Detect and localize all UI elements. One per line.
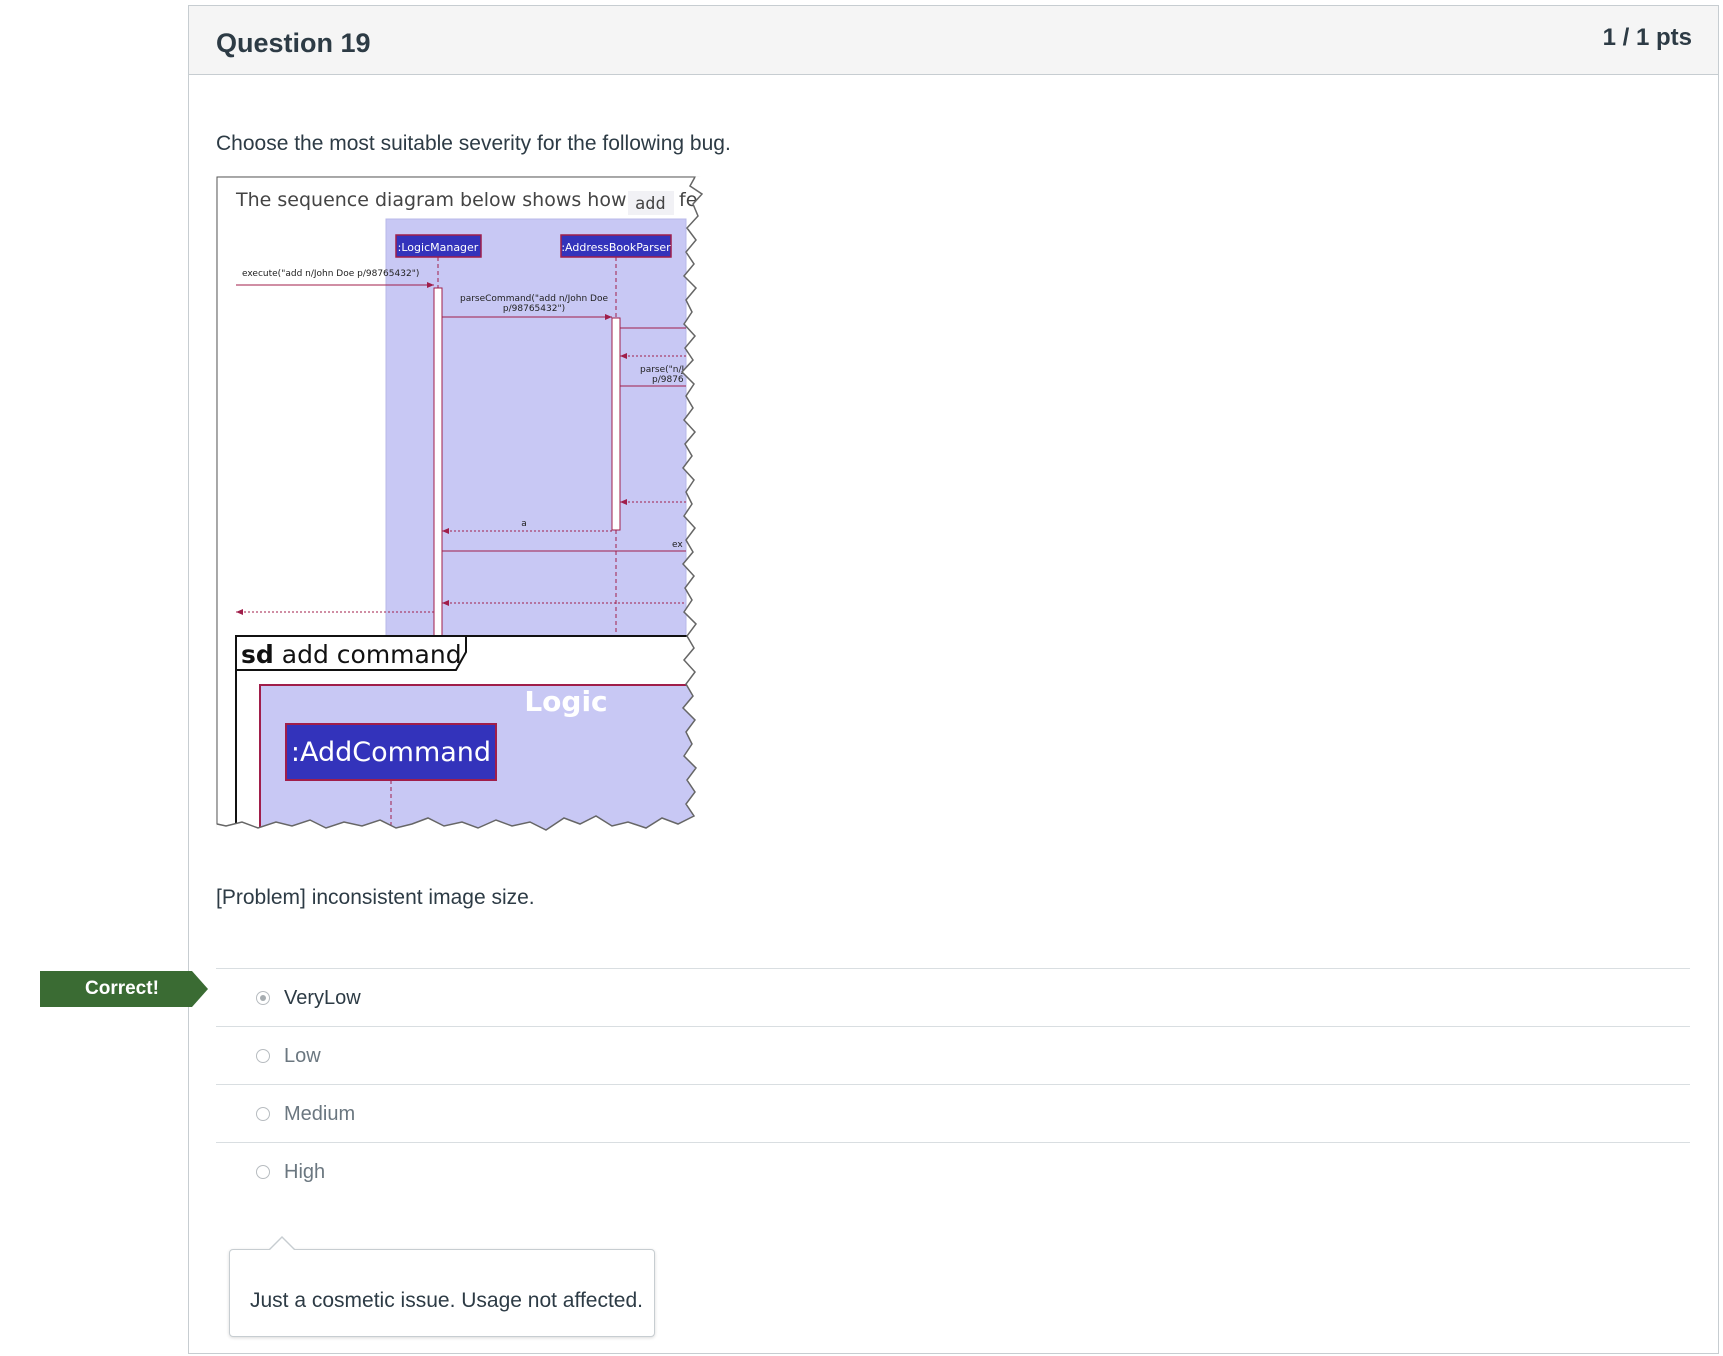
answer-feedback: Just a cosmetic issue. Usage not affecte… — [229, 1236, 655, 1337]
sd-title: add command — [282, 640, 462, 669]
execute-message-label: execute("add n/John Doe p/98765432") — [242, 269, 419, 279]
addcommand-label: :AddCommand — [291, 737, 491, 768]
answer-high[interactable]: High — [216, 1143, 1690, 1201]
question-header: Question 19 1 / 1 pts — [189, 6, 1718, 75]
answer-list: VeryLow Low Medium High — [216, 968, 1690, 1201]
question-card: Question 19 1 / 1 pts Choose the most su… — [188, 5, 1719, 1354]
answer-medium[interactable]: Medium — [216, 1085, 1690, 1143]
logic-area — [385, 218, 687, 646]
activation-addressbookparser — [611, 317, 621, 531]
bug-screenshot: The sequence diagram below shows how the… — [216, 176, 703, 840]
problem-text: [Problem] inconsistent image size. — [216, 886, 535, 909]
radio-medium[interactable] — [256, 1107, 270, 1121]
correct-flag: Correct! — [40, 971, 208, 1007]
parse-label-2: p/9876 — [652, 375, 684, 385]
radio-low[interactable] — [256, 1049, 270, 1063]
answer-low[interactable]: Low — [216, 1027, 1690, 1085]
logic-label: Logic — [524, 685, 607, 718]
ex-label: ex — [672, 540, 683, 550]
answer-label-verylow: VeryLow — [284, 987, 361, 1009]
correct-flag-label: Correct! — [85, 978, 159, 999]
radio-high[interactable] — [256, 1165, 270, 1179]
parse-command-label-2: p/98765432") — [503, 304, 565, 314]
answer-label-low: Low — [284, 1045, 321, 1067]
lifeline-logicmanager-label: :LogicManager — [398, 241, 479, 254]
question-points: 1 / 1 pts — [1602, 24, 1692, 51]
question-title: Question 19 — [216, 28, 371, 58]
activation-logicmanager — [433, 287, 443, 637]
sd-keyword: sd — [241, 640, 274, 669]
parse-label-1: parse("n/J — [640, 365, 684, 375]
radio-verylow[interactable] — [256, 991, 270, 1005]
bug-screenshot-image: The sequence diagram below shows how the… — [216, 176, 703, 840]
code-word: add — [635, 194, 666, 214]
return-a-label: a — [521, 519, 527, 529]
answer-label-high: High — [284, 1161, 326, 1183]
intro-text: The sequence diagram below shows how the — [235, 189, 664, 211]
answer-verylow[interactable]: VeryLow — [216, 969, 1690, 1027]
parse-command-label-1: parseCommand("add n/John Doe — [460, 294, 608, 304]
answer-label-medium: Medium — [284, 1103, 356, 1125]
feedback-text: Just a cosmetic issue. Usage not affecte… — [250, 1289, 643, 1312]
lifeline-addressbookparser-label: :AddressBookParser — [561, 241, 671, 254]
question-text: Choose the most suitable severity for th… — [216, 132, 731, 155]
